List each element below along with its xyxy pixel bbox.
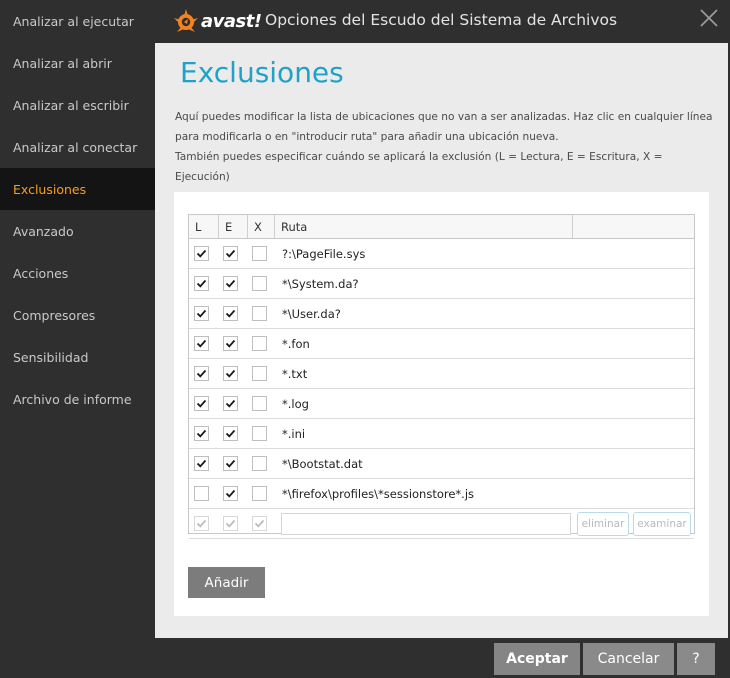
sidebar-item-compresores[interactable]: Compresores <box>0 294 155 336</box>
row-e-checkbox[interactable] <box>223 366 238 381</box>
table-row[interactable]: *.fon <box>189 329 694 359</box>
row-l-checkbox[interactable] <box>194 396 209 411</box>
table-row[interactable]: *\firefox\profiles\*sessionstore*.js <box>189 479 694 509</box>
row-l-checkbox[interactable] <box>194 426 209 441</box>
row-path[interactable]: *.log <box>282 389 309 419</box>
page-title: Exclusiones <box>180 56 344 89</box>
row-path[interactable]: *\User.da? <box>282 299 341 329</box>
table-row[interactable]: *\User.da? <box>189 299 694 329</box>
sidebar-item-acciones[interactable]: Acciones <box>0 252 155 294</box>
sidebar-item-archivo-de-informe[interactable]: Archivo de informe <box>0 378 155 420</box>
exclusions-panel: L E X Ruta ?:\PageFile.sys *\System.da? *\… <box>174 192 709 616</box>
row-x-checkbox[interactable] <box>252 456 267 471</box>
column-header-l[interactable]: L <box>189 215 219 238</box>
row-e-checkbox[interactable] <box>223 456 238 471</box>
sidebar-item-analizar-al-conectar[interactable]: Analizar al conectar <box>0 126 155 168</box>
row-l-checkbox[interactable] <box>194 246 209 261</box>
row-x-checkbox[interactable] <box>252 486 267 501</box>
row-path[interactable]: *\Bootstat.dat <box>282 449 363 479</box>
description-line-3: También puedes especificar cuándo se apl… <box>175 151 663 183</box>
row-path[interactable]: *\firefox\profiles\*sessionstore*.js <box>282 479 474 509</box>
column-header-e[interactable]: E <box>219 215 248 238</box>
table-row[interactable]: *\Bootstat.dat <box>189 449 694 479</box>
accept-button[interactable]: Aceptar <box>494 643 580 675</box>
row-e-checkbox[interactable] <box>223 486 238 501</box>
title-bar: avast! Opciones del Escudo del Sistema d… <box>155 0 730 43</box>
row-x-checkbox[interactable] <box>252 396 267 411</box>
close-icon[interactable] <box>698 7 720 29</box>
new-entry-l-checkbox[interactable] <box>194 516 209 531</box>
row-x-checkbox[interactable] <box>252 276 267 291</box>
row-l-checkbox[interactable] <box>194 276 209 291</box>
row-l-checkbox[interactable] <box>194 366 209 381</box>
table-row[interactable]: *\System.da? <box>189 269 694 299</box>
sidebar-item-sensibilidad[interactable]: Sensibilidad <box>0 336 155 378</box>
table-row[interactable]: *.log <box>189 389 694 419</box>
table-row[interactable]: ?:\PageFile.sys <box>189 239 694 269</box>
new-entry-x-checkbox[interactable] <box>252 516 267 531</box>
row-path[interactable]: ?:\PageFile.sys <box>282 239 365 269</box>
cancel-button[interactable]: Cancelar <box>583 643 674 675</box>
table-header: L E X Ruta <box>189 215 694 239</box>
browse-button[interactable]: examinar <box>633 512 691 536</box>
row-l-checkbox[interactable] <box>194 456 209 471</box>
row-e-checkbox[interactable] <box>223 426 238 441</box>
new-path-input[interactable] <box>281 513 571 535</box>
sidebar-item-analizar-al-ejecutar[interactable]: Analizar al ejecutar <box>0 0 155 42</box>
sidebar-item-analizar-al-escribir[interactable]: Analizar al escribir <box>0 84 155 126</box>
sidebar: Analizar al ejecutar Analizar al abrir A… <box>0 0 155 678</box>
main-content: Exclusiones Aquí puedes modificar la lis… <box>155 43 728 638</box>
new-entry-row: eliminar examinar <box>189 509 694 539</box>
row-e-checkbox[interactable] <box>223 396 238 411</box>
row-l-checkbox[interactable] <box>194 336 209 351</box>
avast-logo-icon <box>173 8 199 34</box>
row-e-checkbox[interactable] <box>223 306 238 321</box>
help-button[interactable]: ? <box>677 643 715 675</box>
column-header-path[interactable]: Ruta <box>275 215 573 238</box>
row-path[interactable]: *.txt <box>282 359 307 389</box>
row-x-checkbox[interactable] <box>252 246 267 261</box>
remove-button[interactable]: eliminar <box>577 512 629 536</box>
row-l-checkbox[interactable] <box>194 486 209 501</box>
table-row[interactable]: *.ini <box>189 419 694 449</box>
table-row[interactable]: *.txt <box>189 359 694 389</box>
row-e-checkbox[interactable] <box>223 336 238 351</box>
description-line-2: para modificarla o en "introducir ruta" … <box>175 131 559 143</box>
row-x-checkbox[interactable] <box>252 306 267 321</box>
row-path[interactable]: *.ini <box>282 419 305 449</box>
column-header-x[interactable]: X <box>248 215 275 238</box>
add-button[interactable]: Añadir <box>188 567 265 598</box>
sidebar-item-analizar-al-abrir[interactable]: Analizar al abrir <box>0 42 155 84</box>
avast-logo: avast! <box>173 7 262 35</box>
new-entry-e-checkbox[interactable] <box>223 516 238 531</box>
sidebar-item-exclusiones[interactable]: Exclusiones <box>0 168 155 210</box>
row-x-checkbox[interactable] <box>252 426 267 441</box>
row-l-checkbox[interactable] <box>194 306 209 321</box>
row-path[interactable]: *\System.da? <box>282 269 359 299</box>
row-e-checkbox[interactable] <box>223 276 238 291</box>
row-x-checkbox[interactable] <box>252 336 267 351</box>
row-x-checkbox[interactable] <box>252 366 267 381</box>
sidebar-item-avanzado[interactable]: Avanzado <box>0 210 155 252</box>
description-line-1: Aquí puedes modificar la lista de ubicac… <box>175 111 713 123</box>
exclusions-table: L E X Ruta ?:\PageFile.sys *\System.da? *\… <box>188 214 695 539</box>
avast-logo-text: avast! <box>201 10 262 32</box>
row-path[interactable]: *.fon <box>282 329 310 359</box>
description: Aquí puedes modificar la lista de ubicac… <box>175 107 715 187</box>
window-title: Opciones del Escudo del Sistema de Archi… <box>265 11 618 29</box>
row-e-checkbox[interactable] <box>223 246 238 261</box>
